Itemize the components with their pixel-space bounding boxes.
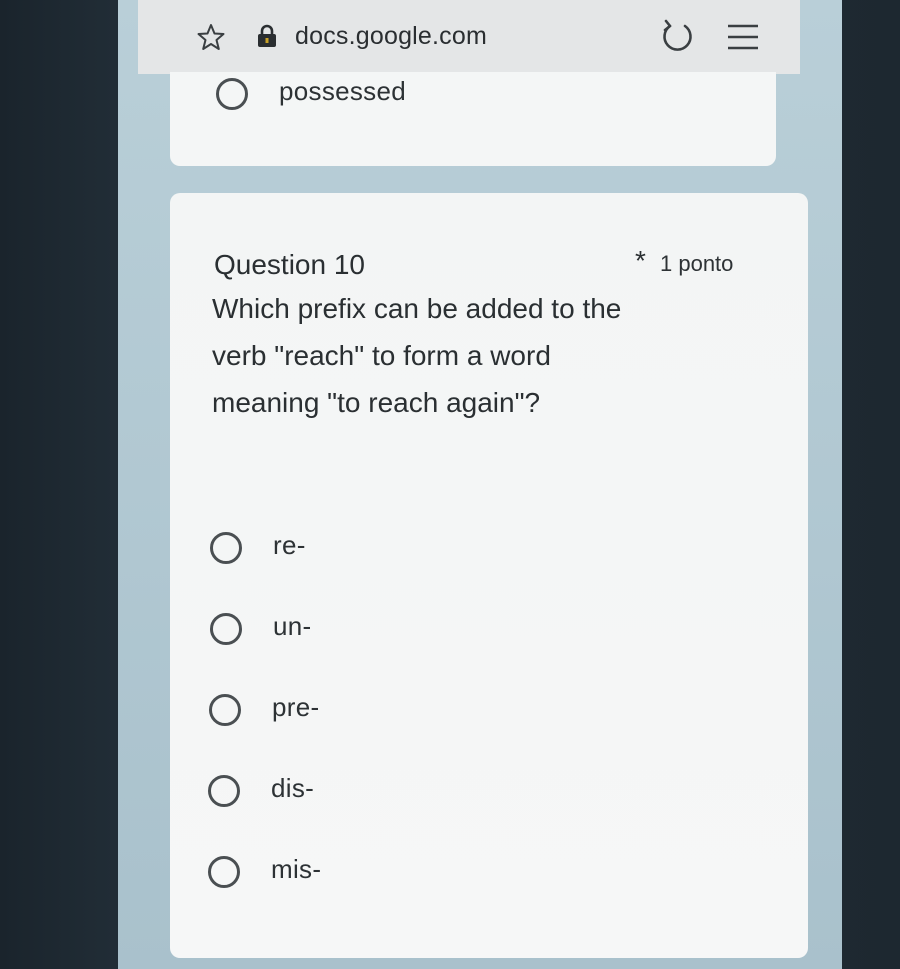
required-marker: * — [635, 245, 646, 276]
phone-screen: docs.google.com possessed Question 10 * … — [118, 0, 842, 969]
lock-icon — [258, 24, 276, 47]
option-label-un[interactable]: un- — [273, 611, 311, 642]
option-label-possessed: possessed — [279, 76, 406, 106]
option-label-dis[interactable]: dis- — [271, 773, 314, 804]
option-radio-possessed[interactable] — [216, 78, 248, 110]
option-label-re[interactable]: re- — [273, 530, 306, 561]
option-radio-pre[interactable] — [209, 694, 241, 726]
question-card: Question 10 * 1 ponto Which prefix can b… — [170, 193, 808, 958]
screen-photo: docs.google.com possessed Question 10 * … — [0, 0, 900, 969]
question-title: Question 10 — [214, 249, 365, 280]
url-text[interactable]: docs.google.com — [295, 22, 487, 51]
menu-icon[interactable] — [726, 22, 760, 52]
question-points: 1 ponto — [660, 251, 734, 276]
option-label-pre[interactable]: pre- — [272, 692, 319, 723]
star-icon[interactable] — [196, 22, 226, 52]
option-radio-re[interactable] — [210, 532, 242, 564]
reload-icon[interactable] — [658, 17, 698, 57]
question-text: Which prefix can be added to the verb "r… — [212, 293, 622, 418]
option-radio-dis[interactable] — [208, 775, 240, 807]
option-label-mis[interactable]: mis- — [271, 854, 321, 885]
browser-toolbar: docs.google.com — [138, 0, 800, 74]
previous-question-card: possessed — [170, 72, 776, 166]
option-radio-mis[interactable] — [208, 856, 240, 888]
option-radio-un[interactable] — [210, 613, 242, 645]
